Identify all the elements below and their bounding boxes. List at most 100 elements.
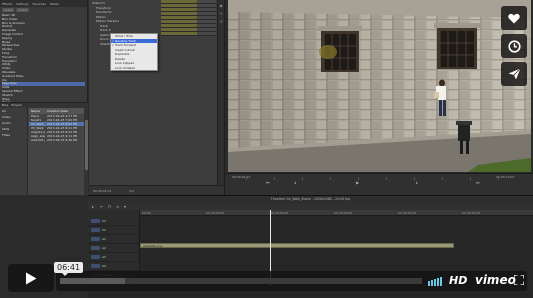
track-header-spacer [88, 210, 139, 217]
track-target-toggle[interactable] [91, 237, 100, 241]
keyframe-grid-cell [161, 24, 197, 27]
effects-list: Basic 3D Blur Video Blur & Sharpen Distort G… [0, 13, 87, 105]
bins-folder-list: All Video Audio Stills Titles [0, 108, 28, 195]
viewer-controls: 00:00:04:12 00:00:10:02 ⏮ ◂ ▶ ▸ ⏭ [226, 173, 533, 195]
timeline-toolbar: ▸ ✂ ⊓ ∞ ▾ [88, 203, 533, 210]
effects-tab[interactable]: Favorites [31, 0, 49, 7]
hd-toggle[interactable]: HD [449, 274, 467, 287]
reset-icon[interactable]: ↺ [218, 19, 224, 24]
bin-folder[interactable]: Titles [0, 132, 27, 138]
effects-filter-button[interactable]: Audio [16, 8, 29, 12]
track-name: A2 [102, 246, 106, 250]
keyframe-grid-cell [161, 16, 197, 19]
play-button[interactable] [8, 264, 54, 292]
viewer-scrub-tick [498, 177, 499, 180]
frame-forward-icon[interactable]: ▸ [416, 180, 418, 185]
step-back-icon[interactable]: ⏮ [266, 180, 270, 185]
keyframe-grid-cell [197, 8, 216, 11]
viewer-scrub-tick [358, 177, 359, 180]
add-icon[interactable]: + [218, 11, 224, 16]
keyframe-grid-cell [161, 28, 197, 31]
context-menu-item[interactable]: Lock Unlisted [111, 66, 157, 71]
viewer-scrub-tick [470, 177, 471, 180]
keyframe-grid-row [161, 32, 216, 36]
keyframe-grid-cell [161, 32, 197, 35]
viewer-scrub-tick [246, 177, 247, 180]
timeline-clip[interactable]: walk001.png [140, 243, 454, 248]
viewer-play-icon[interactable]: ▶ [356, 180, 359, 185]
keyframe-grid-cell [197, 20, 216, 23]
context-menu: Show / HideRename TrackTrack ForwardInse… [110, 33, 158, 71]
time-indicator: 06:41 [54, 262, 84, 276]
track-target-toggle[interactable] [91, 264, 100, 268]
ruler-label: 00:00:15:00 [462, 211, 481, 215]
volume-icon[interactable] [428, 276, 442, 286]
viewer-timecode-left: 00:00:04:12 [232, 175, 251, 179]
track-target-toggle[interactable] [91, 219, 100, 223]
timeline-ruler[interactable]: 00:00 00:00:03:00 00:00:06:00 00:00:09:00 00… [140, 210, 533, 216]
watch-later-button[interactable] [501, 34, 527, 58]
effects-filter-button[interactable]: Video [2, 8, 15, 12]
keyframe-grid-cell [161, 4, 197, 7]
keyframe-grid-cell [161, 20, 197, 23]
bins-table-body: Piece 2013-04-23 4:27 PM face01 2013-04-23 … [29, 114, 88, 142]
effect-controls-toolbar: ◆ + ↺ [217, 0, 224, 195]
like-button[interactable] [501, 6, 527, 30]
keyframe-grid [161, 0, 216, 40]
effect-controls-footer: 00:00:04:12 1/4 [89, 185, 224, 195]
track-header[interactable]: A2 [88, 244, 139, 253]
viewer-scrub-tick [302, 177, 303, 180]
ruler-label: 00:00:12:00 [398, 211, 417, 215]
keyframe-grid-cell [197, 12, 216, 15]
ruler-label: 00:00:06:00 [270, 211, 289, 215]
track-header[interactable]: A3 [88, 253, 139, 262]
frame-back-icon[interactable]: ◂ [294, 180, 296, 185]
razor-tool-icon[interactable]: ✂ [100, 204, 103, 209]
step-forward-icon[interactable]: ⏭ [476, 180, 480, 185]
track-header[interactable]: V1 [88, 226, 139, 235]
send-icon [508, 68, 521, 80]
effects-tab[interactable]: Media [48, 0, 61, 7]
ruler-label: 00:00:03:00 [206, 211, 225, 215]
ruler-label: 00:00:09:00 [334, 211, 353, 215]
heart-icon [508, 13, 520, 23]
progress-buffered [60, 278, 126, 284]
vimeo-logo[interactable]: vimeo [475, 273, 516, 287]
effect-controls-panel: Video Fx Transform Handle Fix Motion Motion … [89, 0, 225, 195]
effects-tab[interactable]: Effects [0, 0, 14, 7]
keyframe-grid-cell [161, 8, 197, 11]
bins-scrollbar[interactable] [84, 108, 88, 195]
viewer-scrub-tick [274, 177, 275, 180]
track-target-toggle[interactable] [91, 228, 100, 232]
keyframe-grid-cell [197, 28, 216, 31]
track-header[interactable]: V2 [88, 217, 139, 226]
clip-label: walk001.png [143, 244, 163, 248]
fullscreen-icon[interactable] [514, 275, 524, 285]
bins-table-row[interactable]: walk001.png2013-04-23 9:40 PM [29, 138, 88, 142]
keyframe-grid-cell [197, 4, 216, 7]
select-tool-icon[interactable]: ▸ [92, 204, 94, 209]
share-button[interactable] [501, 62, 527, 86]
video-player-stage: Effects Settings Favorites Media Video Audio… [0, 0, 533, 298]
keyframe-grid-cell [161, 0, 197, 3]
marker-icon[interactable]: ▾ [124, 204, 126, 209]
track-name: V1 [102, 228, 106, 232]
track-name: A1 [102, 237, 106, 241]
track-target-toggle[interactable] [91, 246, 100, 250]
ruler-label: 00:00 [142, 211, 151, 215]
progress-bar[interactable] [60, 278, 422, 284]
track-target-toggle[interactable] [91, 255, 100, 259]
keyframe-grid-cell [197, 32, 216, 35]
timeline-title: Timeline: 04_Walk_Stone - 1920x1080 - 25… [88, 196, 533, 203]
track-name: V2 [102, 219, 106, 223]
bin-item-date: 2013-04-23 9:40 PM [47, 138, 78, 142]
effect-controls-time: 00:00:04:12 [93, 189, 112, 193]
effects-tab[interactable]: Settings [14, 0, 30, 7]
keyframe-icon[interactable]: ◆ [218, 3, 224, 8]
vimeo-side-buttons [501, 6, 527, 90]
link-icon[interactable]: ∞ [116, 204, 119, 209]
viewer-scrub-tick [330, 177, 331, 180]
track-header[interactable]: A4 [88, 262, 139, 271]
track-header[interactable]: A1 [88, 235, 139, 244]
snap-icon[interactable]: ⊓ [108, 204, 111, 209]
